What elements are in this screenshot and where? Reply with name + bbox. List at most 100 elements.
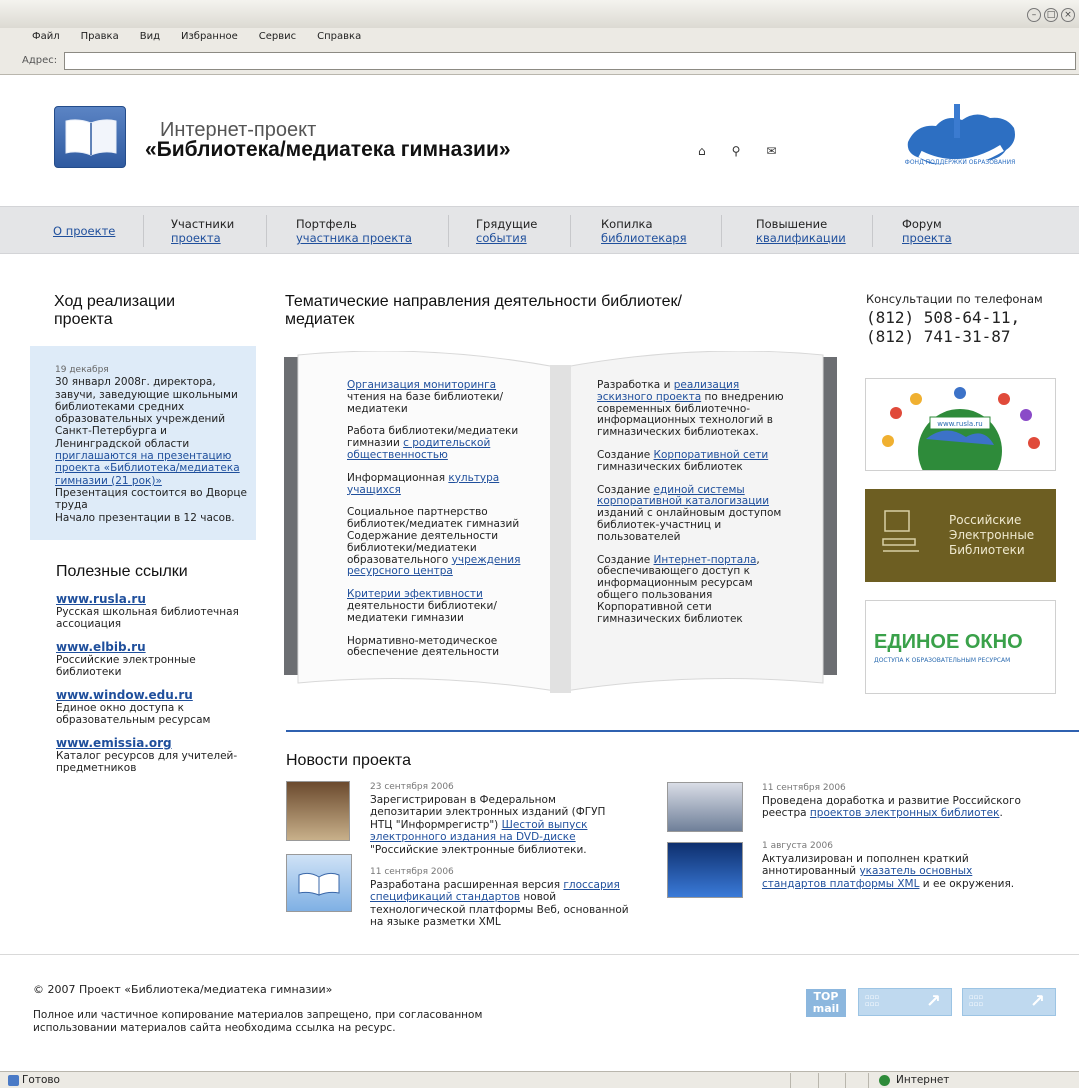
useful-links-heading: Полезные ссылки [56,563,188,580]
maximize-icon[interactable]: □ [1044,8,1058,22]
topic-item: Информационная культура учащихся [347,471,537,497]
link-rusla[interactable]: www.rusla.ru [56,592,146,606]
link-emissia[interactable]: www.emissia.org [56,736,172,750]
nav-participants[interactable]: Участники проекта [171,217,234,245]
map-caption: ФОНД ПОДДЕРЖКИ ОБРАЗОВАНИЯ [905,159,1016,166]
address-bar: Адрес: [0,50,1079,72]
counter-badge-2[interactable]: ▫▫▫ ▫▫▫ ↗ [962,988,1056,1016]
window-banner-subtitle: ДОСТУПА К ОБРАЗОВАТЕЛЬНЫМ РЕСУРСАМ [874,657,1011,664]
menu-tools[interactable]: Сервис [259,31,296,49]
window-edu-banner[interactable]: ЕДИНОЕ ОКНО ДОСТУПА К ОБРАЗОВАТЕЛЬНЫМ РЕ… [865,600,1056,694]
topic-link[interactable]: Организация мониторинга [347,379,496,391]
topic-item: Социальное партнерство библиотек/медиате… [347,506,537,578]
status-bar: Готово Интернет [0,1071,1079,1088]
nav-forum-line1: Форум [902,217,942,231]
news-text-part: и ее окружения. [919,877,1015,890]
nav-forum-link[interactable]: проекта [902,231,952,245]
site-logo-book-icon[interactable] [54,106,126,168]
close-icon[interactable]: × [1061,8,1075,22]
progress-text: 30 январл 2008г. директора, завучи, заве… [55,376,238,450]
topic-item: Организация мониторинга чтения на базе б… [347,379,537,415]
nav-separator [721,215,722,247]
topic-text: Создание [597,553,654,566]
presentation-link[interactable]: приглашаются на презентацию проекта «Биб… [55,450,240,487]
menu-file[interactable]: Файл [32,31,60,49]
link-window[interactable]: www.window.edu.ru [56,688,193,702]
rusla-banner[interactable]: www.rusla.ru [865,378,1056,493]
topic-text: Нормативно-методическое обеспечение деят… [347,634,500,659]
menu-favorites[interactable]: Избранное [181,31,238,49]
header-icons: ⌂ ⚲ ✉ [698,144,776,158]
status-separator [868,1073,869,1088]
minimize-icon[interactable]: – [1027,8,1041,22]
counter-badge-1[interactable]: ▫▫▫ ▫▫▫ ↗ [858,988,952,1016]
nav-separator [570,215,571,247]
useful-link-item: www.elbib.ru Российские электронные библи… [56,640,256,678]
window-controls: – □ × [1027,8,1075,22]
topic-item: Создание единой системы корпоративной ка… [597,484,787,544]
book-icon-thumbnail[interactable] [286,854,352,912]
nav-separator [266,215,267,247]
phone-label: Консультации по телефонам [866,292,1043,306]
topics-left-page: Организация мониторинга чтения на базе б… [347,379,537,670]
nav-about-link[interactable]: О проекте [53,224,115,238]
elbib-banner[interactable]: Российские Электронные Библиотеки [865,489,1056,582]
address-label: Адрес: [22,55,58,66]
menu-help[interactable]: Справка [317,31,361,49]
nav-portfolio-link[interactable]: участника проекта [296,231,412,245]
nav-qualification[interactable]: Повышение квалификации [756,217,846,245]
nav-about[interactable]: О проекте [53,224,115,238]
topics-heading: Тематические направления деятельности би… [285,293,682,328]
copyright: © 2007 Проект «Библиотека/медиатека гимн… [33,983,333,996]
open-book-icon [298,872,340,896]
site-title-line2: «Библиотека/медиатека гимназии» [145,138,511,161]
nav-events-line1: Грядущие [476,217,538,231]
topic-text: изданий с онлайновым доступом библиотек-… [597,507,782,543]
topic-text: Информационная [347,471,449,484]
address-input[interactable] [64,52,1076,70]
news-item-3: 11 сентября 2006 Проведена доработка и ра… [762,782,1037,820]
section-divider [286,730,1079,732]
status-ready: Готово [22,1074,60,1086]
menu-edit[interactable]: Правка [81,31,119,49]
news-item-4: 1 августа 2006 Актуализирован и пополнен … [762,840,1037,890]
news-text-part: "Российские электронные библиотеки. [370,843,587,856]
news-text: Актуализирован и пополнен краткий анноти… [762,853,1037,891]
topic-link[interactable]: Корпоративной сети [654,449,769,461]
news-link[interactable]: проектов электронных библиотек [810,807,1000,819]
link-elbib[interactable]: www.elbib.ru [56,640,146,654]
news-date: 23 сентября 2006 [370,782,454,792]
computer-icon [882,510,919,552]
topics-right-page: Разработка и реализация эскизного проект… [597,379,787,636]
nav-portfolio[interactable]: Портфель участника проекта [296,217,412,245]
arrow-icon: ↗ [925,991,941,1012]
topic-link[interactable]: Интернет-портала [654,554,757,566]
russia-map-logo[interactable]: ФОНД ПОДДЕРЖКИ ОБРАЗОВАНИЯ [902,98,1020,182]
nav-forum[interactable]: Форум проекта [902,217,952,245]
topic-item: Работа библиотеки/медиатеки гимназии с р… [347,426,537,461]
nav-separator [872,215,873,247]
topic-text: гимназических библиотек [597,460,743,473]
nav-participants-link[interactable]: проекта [171,231,221,245]
nav-events[interactable]: Грядущие события [476,217,537,245]
user-computer-thumbnail[interactable] [667,842,743,898]
search-icon[interactable]: ⚲ [732,144,741,158]
nav-librarian[interactable]: Копилка библиотекаря [601,217,687,245]
footer-divider [0,954,1079,955]
progress-time: Начало презентации в 12 часов. [55,511,235,524]
nav-librarian-link[interactable]: библиотекаря [601,231,687,245]
nav-qualification-link[interactable]: квалификации [756,231,846,245]
news-text: Разработана расширенная версия глоссария… [370,879,630,929]
topic-link[interactable]: Критерии эфективности [347,588,483,600]
link-desc: Русская школьная библиотечная ассоциация [56,606,239,630]
home-icon[interactable]: ⌂ [698,144,706,158]
mail-icon[interactable]: ✉ [766,144,776,158]
books-stack-thumbnail[interactable] [286,781,350,841]
nav-events-link[interactable]: события [476,231,527,245]
topic-item: Критерии эфективности деятельности библи… [347,588,537,624]
computer-photo-thumbnail[interactable] [667,782,743,832]
menu-view[interactable]: Вид [140,31,160,49]
topmail-counter[interactable]: TOP mail [806,989,846,1017]
progress-date: 19 декабря [55,365,109,375]
nav-qualification-line1: Повышение [756,217,828,231]
